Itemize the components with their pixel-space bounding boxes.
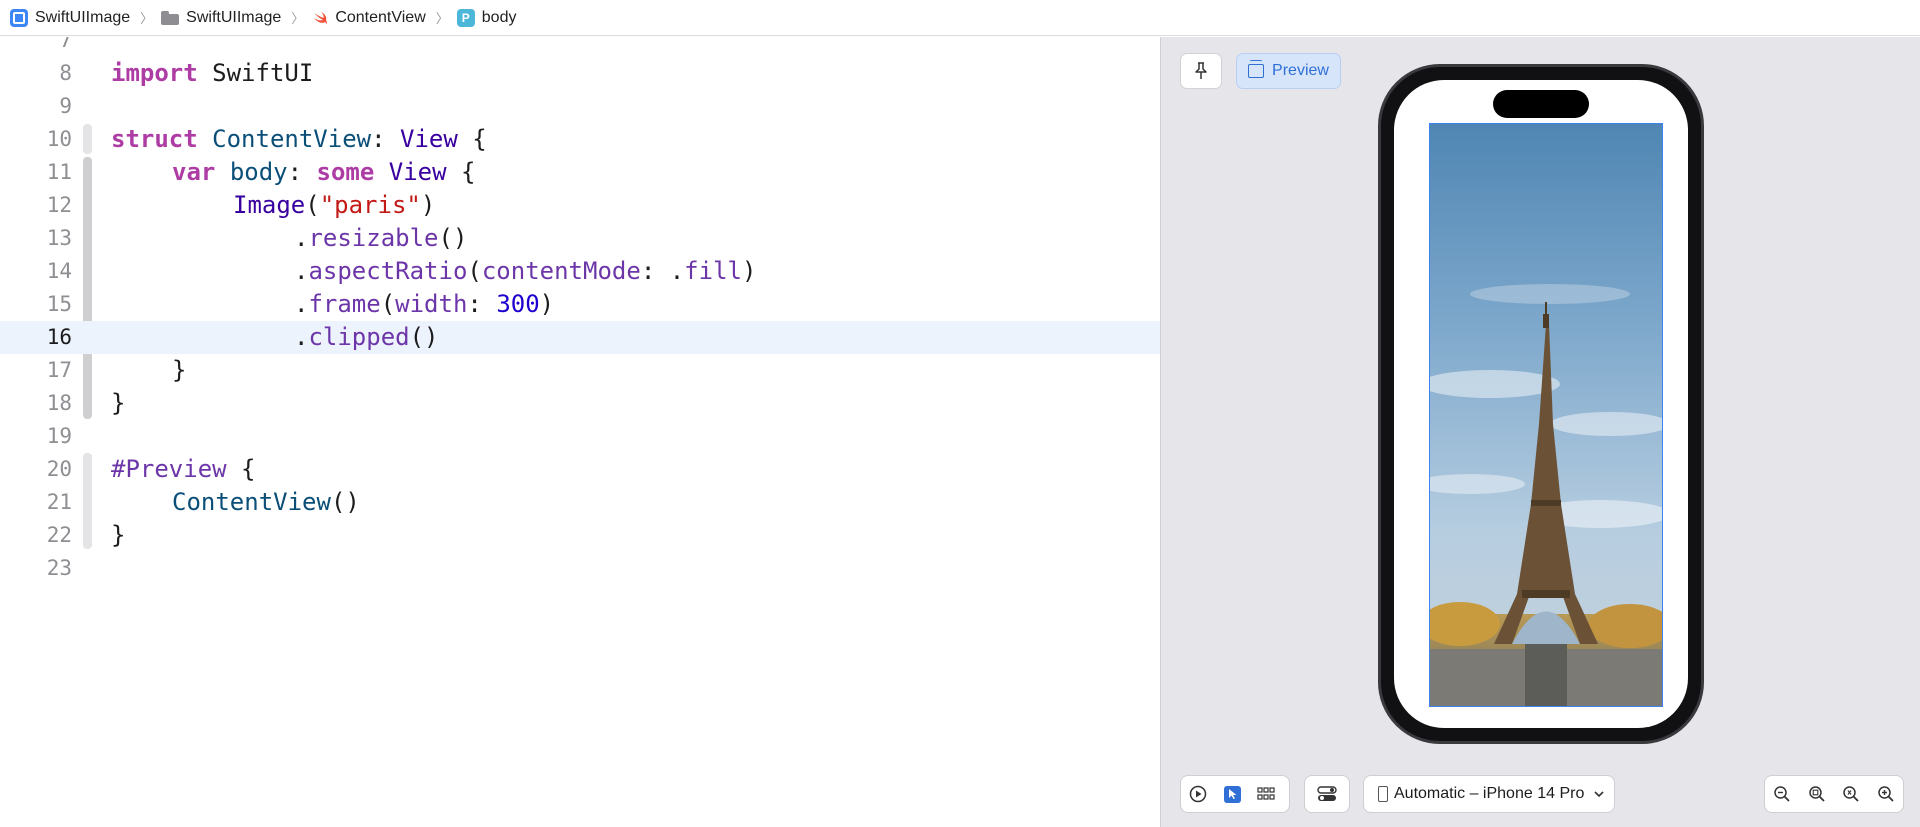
line-number: 9 <box>59 94 72 118</box>
code-line[interactable]: 13 .resizable() <box>0 222 1160 255</box>
iphone-icon <box>1378 786 1388 802</box>
zoom-controls <box>1764 775 1904 813</box>
line-number: 8 <box>59 61 72 85</box>
preview-mode-controls <box>1180 775 1290 813</box>
property-icon: P <box>456 8 475 27</box>
zoom-out-button[interactable] <box>1765 779 1799 809</box>
zoom-to-fit-button[interactable] <box>1800 779 1834 809</box>
zoom-fit-icon <box>1809 786 1825 802</box>
code-line[interactable]: 10 struct ContentView: View { <box>0 123 1160 156</box>
zoom-out-icon <box>1774 786 1790 802</box>
line-number: 16 <box>46 325 72 349</box>
code-line[interactable]: 12 Image("paris") <box>0 189 1160 222</box>
zoom-in-icon <box>1878 786 1894 802</box>
preview-mode-button[interactable]: Preview <box>1236 53 1341 89</box>
code-text: struct ContentView: View { <box>111 125 487 153</box>
play-circle-icon <box>1189 785 1207 803</box>
code-text: .frame(width: 300) <box>294 290 555 318</box>
toggle-switches-icon <box>1317 786 1337 801</box>
code-text: var body: some View { <box>172 158 476 186</box>
canvas-settings-button[interactable] <box>1304 775 1350 813</box>
chevron-down-icon <box>1594 790 1604 797</box>
line-number: 22 <box>46 523 72 547</box>
code-text: } <box>111 521 126 549</box>
line-number: 21 <box>46 490 72 514</box>
breadcrumb-item-project[interactable]: SwiftUIImage <box>10 8 131 27</box>
zoom-actual-size-button[interactable] <box>1834 779 1868 809</box>
code-text: } <box>172 356 187 384</box>
variants-button[interactable] <box>1249 779 1283 809</box>
zoom-in-button[interactable] <box>1869 779 1903 809</box>
zoom-actual-icon <box>1843 786 1859 802</box>
code-line[interactable]: 11 var body: some View { <box>0 156 1160 189</box>
device-frame <box>1378 64 1704 744</box>
line-number: 14 <box>46 259 72 283</box>
code-line[interactable]: 21 ContentView() <box>0 486 1160 519</box>
chevron-right-icon: 〉 <box>291 11 305 26</box>
chevron-right-icon: 〉 <box>140 11 154 26</box>
preview-icon <box>1248 60 1265 78</box>
line-number: 12 <box>46 193 72 217</box>
code-editor[interactable]: 7 8 import SwiftUI 9 10 struct ContentVi… <box>0 37 1160 827</box>
pin-preview-button[interactable] <box>1180 53 1222 89</box>
breadcrumb: SwiftUIImage 〉 SwiftUIImage 〉 ContentVie… <box>0 0 1920 36</box>
code-line[interactable]: 23 <box>0 552 1160 585</box>
app-icon <box>10 8 28 27</box>
breadcrumb-label: SwiftUIImage <box>186 8 282 26</box>
code-line[interactable]: 17 } <box>0 354 1160 387</box>
code-line[interactable]: 9 <box>0 90 1160 123</box>
device-label: Automatic – iPhone 14 Pro <box>1394 785 1585 802</box>
pin-icon <box>1195 62 1207 79</box>
breadcrumb-label: SwiftUIImage <box>35 8 131 26</box>
grid-icon <box>1257 787 1275 800</box>
code-line[interactable]: 18 } <box>0 387 1160 420</box>
line-number: 13 <box>46 226 72 250</box>
line-number: 11 <box>46 160 72 184</box>
dynamic-island <box>1493 90 1589 118</box>
selectable-mode-button[interactable] <box>1215 779 1249 809</box>
chevron-right-icon: 〉 <box>435 11 449 26</box>
line-number: 15 <box>46 292 72 316</box>
code-line[interactable]: 8 import SwiftUI <box>0 57 1160 90</box>
code-text: ContentView() <box>172 488 360 516</box>
line-number: 19 <box>46 424 72 448</box>
code-text: .clipped() <box>294 323 439 351</box>
line-number: 20 <box>46 457 72 481</box>
live-preview-button[interactable] <box>1181 779 1215 809</box>
code-line[interactable]: 15 .frame(width: 300) <box>0 288 1160 321</box>
code-text: .aspectRatio(contentMode: .fill) <box>294 257 757 285</box>
line-number: 23 <box>46 556 72 580</box>
breadcrumb-label: body <box>481 8 517 26</box>
code-line[interactable]: 19 <box>0 420 1160 453</box>
code-text: #Preview { <box>111 455 256 483</box>
code-text: Image("paris") <box>233 191 436 219</box>
code-text: .resizable() <box>294 224 468 252</box>
folder-icon <box>161 10 180 25</box>
breadcrumb-label: ContentView <box>335 8 426 26</box>
breadcrumb-item-symbol[interactable]: P body <box>456 8 517 27</box>
preview-canvas[interactable]: Preview Automatic – iPhone 14 Pro <box>1160 37 1920 827</box>
code-line[interactable]: 14 .aspectRatio(contentMode: .fill) <box>0 255 1160 288</box>
breadcrumb-item-file[interactable]: ContentView <box>312 8 426 27</box>
code-line[interactable]: 7 <box>0 37 1160 57</box>
line-number: 7 <box>59 37 72 52</box>
cursor-arrow-icon <box>1223 785 1241 803</box>
code-text: import SwiftUI <box>111 59 314 87</box>
preview-label: Preview <box>1272 62 1329 79</box>
code-line-current[interactable]: 16 .clipped() <box>0 321 1160 354</box>
swift-icon <box>314 11 328 24</box>
paris-image[interactable] <box>1429 123 1663 707</box>
device-screen[interactable] <box>1394 80 1688 728</box>
code-line[interactable]: 22 } <box>0 519 1160 552</box>
breadcrumb-item-folder[interactable]: SwiftUIImage <box>161 9 281 27</box>
code-text: } <box>111 389 126 417</box>
line-number: 10 <box>46 127 72 151</box>
device-selector[interactable]: Automatic – iPhone 14 Pro <box>1363 775 1615 813</box>
line-number: 18 <box>46 391 72 415</box>
code-line[interactable]: 20 #Preview { <box>0 453 1160 486</box>
line-number: 17 <box>46 358 72 382</box>
